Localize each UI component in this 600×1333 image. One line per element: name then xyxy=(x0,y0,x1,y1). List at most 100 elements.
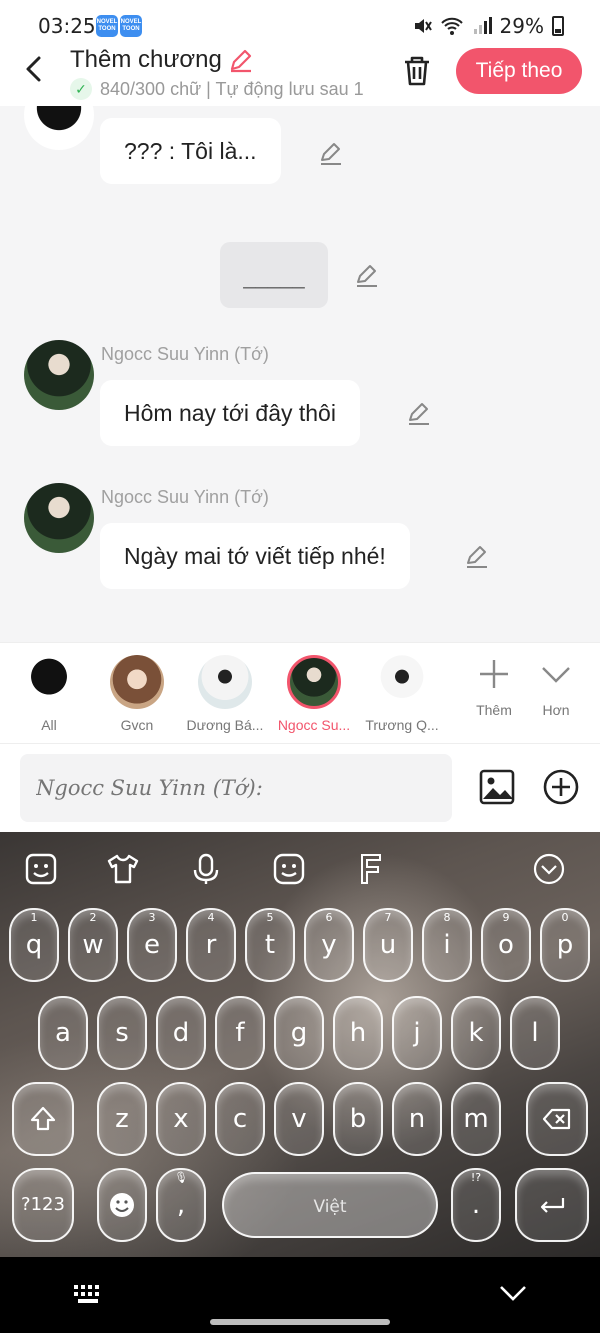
emoji-keyboard-icon[interactable] xyxy=(24,852,58,886)
expand-characters-label: Hơn xyxy=(542,702,570,718)
back-arrow-icon[interactable] xyxy=(20,54,50,84)
character-truong-q[interactable]: Trương Q... xyxy=(362,655,442,733)
character-all[interactable]: All xyxy=(9,655,89,733)
avatar[interactable] xyxy=(24,340,94,410)
symbols-key[interactable]: ?123 xyxy=(12,1168,74,1242)
wifi-icon xyxy=(440,17,463,35)
message-bubble[interactable]: Ngày mai tớ viết tiếp nhé! xyxy=(100,523,410,589)
shift-key[interactable] xyxy=(12,1082,74,1156)
keyboard-toolbar xyxy=(0,832,600,904)
message-bubble[interactable]: ??? : Tôi là... xyxy=(100,118,281,184)
home-indicator[interactable] xyxy=(210,1319,390,1325)
character-avatar xyxy=(22,655,76,709)
comma-key[interactable]: 🎙, xyxy=(156,1168,206,1242)
word-count-status: ✓ 840/300 chữ | Tự động lưu sau 1 xyxy=(70,78,375,100)
app-badge-icon: NOVEL TOON xyxy=(120,15,142,37)
character-duong-ba[interactable]: Dương Bá... xyxy=(185,655,265,733)
key[interactable]: m xyxy=(451,1082,501,1156)
key[interactable]: 1q xyxy=(9,908,59,982)
key[interactable]: 9o xyxy=(481,908,531,982)
message-input[interactable] xyxy=(20,754,452,822)
plus-icon xyxy=(480,660,508,688)
key[interactable]: 0p xyxy=(540,908,590,982)
app-badge-icon: NOVEL TOON xyxy=(96,15,118,37)
add-character-button[interactable]: Thêm xyxy=(464,657,524,718)
mic-hint-icon: 🎙 xyxy=(174,1171,188,1184)
speaker-name: Ngocc Suu Yinn (Tớ) xyxy=(101,487,269,507)
emoji-key[interactable] xyxy=(97,1168,147,1242)
key[interactable]: 2w xyxy=(68,908,118,982)
character-label: Gvcn xyxy=(120,717,154,733)
key[interactable]: z xyxy=(97,1082,147,1156)
next-button[interactable]: Tiếp theo xyxy=(456,48,582,94)
pencil-icon[interactable] xyxy=(228,47,254,73)
pencil-icon[interactable] xyxy=(354,262,380,288)
image-icon[interactable] xyxy=(478,768,516,806)
avatar[interactable] xyxy=(24,483,94,553)
character-avatar xyxy=(198,655,252,709)
period-key[interactable]: !?. xyxy=(451,1168,501,1242)
character-label: All xyxy=(41,717,57,733)
chat-area: ??? : Tôi là... _____ Ngocc Suu Yinn (Tớ… xyxy=(0,106,600,642)
system-navigation-bar xyxy=(0,1257,600,1333)
character-avatar xyxy=(110,655,164,709)
pencil-icon[interactable] xyxy=(406,400,432,426)
add-character-label: Thêm xyxy=(476,702,512,718)
pencil-icon[interactable] xyxy=(318,140,344,166)
key[interactable]: 7u xyxy=(363,908,413,982)
backspace-key[interactable] xyxy=(526,1082,588,1156)
space-key[interactable]: Việt xyxy=(222,1172,438,1238)
add-circle-icon[interactable] xyxy=(542,768,580,806)
key[interactable]: h xyxy=(333,996,383,1070)
expand-characters-button[interactable]: Hơn xyxy=(526,657,586,718)
key[interactable]: x xyxy=(156,1082,206,1156)
message-bubble[interactable]: Hôm nay tới đây thôi xyxy=(100,380,360,446)
avatar[interactable] xyxy=(24,106,94,150)
character-label: Ngocc Su... xyxy=(277,717,351,733)
key[interactable]: 3e xyxy=(127,908,177,982)
chevron-down-icon xyxy=(542,667,570,683)
character-gvcn[interactable]: Gvcn xyxy=(97,655,177,733)
character-label: Dương Bá... xyxy=(186,717,264,733)
key[interactable]: j xyxy=(392,996,442,1070)
battery-percent: 29% xyxy=(499,14,544,38)
status-indicators: 29% xyxy=(412,14,564,38)
microphone-icon[interactable] xyxy=(189,852,223,886)
chevron-down-icon[interactable] xyxy=(498,1281,528,1305)
narration-bubble[interactable]: _____ xyxy=(220,242,328,308)
key[interactable]: 4r xyxy=(186,908,236,982)
key[interactable]: f xyxy=(215,996,265,1070)
trash-icon[interactable] xyxy=(400,54,434,88)
key[interactable]: n xyxy=(392,1082,442,1156)
page-title: Thêm chương xyxy=(70,46,254,74)
key[interactable]: k xyxy=(451,996,501,1070)
key[interactable]: s xyxy=(97,996,147,1070)
key[interactable]: a xyxy=(38,996,88,1070)
shift-icon xyxy=(30,1106,56,1131)
input-row xyxy=(0,744,600,832)
key[interactable]: g xyxy=(274,996,324,1070)
keyboard-icon[interactable] xyxy=(72,1283,104,1305)
pencil-icon[interactable] xyxy=(464,543,490,569)
word-count-text: 840/300 chữ | Tự động lưu sau 1 xyxy=(100,78,364,99)
theme-shirt-icon[interactable] xyxy=(106,852,140,886)
character-label: Trương Q... xyxy=(365,717,439,733)
keyboard: 1q 2w 3e 4r 5t 6y 7u 8i 9o 0p a s d f g … xyxy=(0,832,600,1257)
sticker-icon[interactable] xyxy=(272,852,306,886)
enter-key[interactable] xyxy=(515,1168,589,1242)
signal-icon xyxy=(473,17,492,34)
key[interactable]: c xyxy=(215,1082,265,1156)
key[interactable]: l xyxy=(510,996,560,1070)
font-icon[interactable] xyxy=(354,852,388,886)
collapse-keyboard-icon[interactable] xyxy=(532,852,566,886)
key[interactable]: 8i xyxy=(422,908,472,982)
key[interactable]: 5t xyxy=(245,908,295,982)
check-icon: ✓ xyxy=(70,78,92,100)
key[interactable]: d xyxy=(156,996,206,1070)
status-time: 03:25 xyxy=(38,14,96,38)
key[interactable]: 6y xyxy=(304,908,354,982)
battery-icon xyxy=(552,16,564,36)
character-ngocc-suu[interactable]: Ngocc Su... xyxy=(274,655,354,733)
key[interactable]: v xyxy=(274,1082,324,1156)
key[interactable]: b xyxy=(333,1082,383,1156)
